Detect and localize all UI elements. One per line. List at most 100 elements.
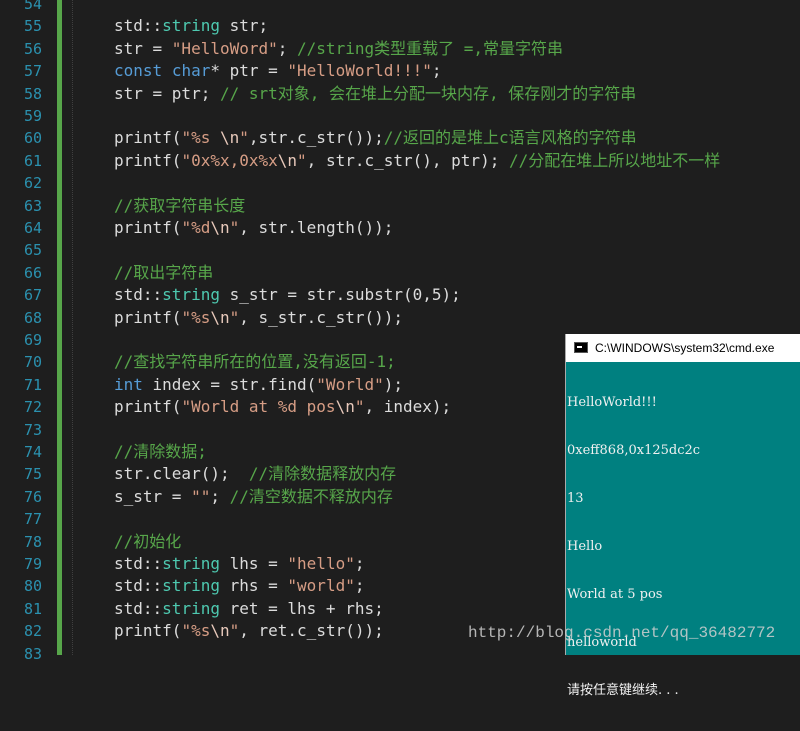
line-number: 80 <box>23 577 42 596</box>
code-token: string <box>162 285 220 305</box>
line-number: 57 <box>23 62 42 81</box>
code-token: str; <box>219 16 269 36</box>
code-line[interactable]: str = "HelloWord"; //string类型重载了 =,常量字符串 <box>114 38 563 60</box>
code-token: "World at %d pos <box>181 397 336 417</box>
console-output-line: 0xeff868,0x125dc2c <box>567 443 701 458</box>
code-line[interactable]: std::string lhs = "hello"; <box>114 553 364 575</box>
code-comment: //清除数据释放内存 <box>248 464 397 484</box>
code-token: rhs = <box>219 576 288 596</box>
indent-guide <box>72 0 74 655</box>
line-number: 59 <box>23 107 42 125</box>
console-icon <box>574 342 588 353</box>
code-comment: //查找字符串所在的位置,没有返回-1; <box>114 352 396 372</box>
code-token: char <box>171 61 211 81</box>
code-line[interactable]: printf("%d\n", str.length()); <box>114 217 393 239</box>
code-token: int <box>114 374 143 394</box>
line-number: 70 <box>23 353 42 372</box>
code-token: " <box>229 307 240 327</box>
code-token: std:: <box>114 576 163 596</box>
console-title: C:\WINDOWS\system32\cmd.exe <box>595 341 775 355</box>
code-comment: //清除数据; <box>114 442 207 461</box>
code-line[interactable]: str = ptr; // srt对象, 会在堆上分配一块内存, 保存刚才的字符… <box>114 83 636 105</box>
console-output-line: HelloWorld!!! <box>567 395 657 410</box>
line-number: 63 <box>23 196 42 215</box>
code-token: ); <box>383 374 403 394</box>
code-token: std:: <box>114 554 163 573</box>
line-number: 75 <box>23 465 42 484</box>
code-token: " <box>297 150 307 170</box>
line-number: 66 <box>23 263 42 282</box>
code-token: string <box>162 598 220 618</box>
code-line[interactable]: printf("World at %d pos\n", index); <box>114 396 451 418</box>
code-token: printf( <box>114 218 182 237</box>
code-line[interactable]: s_str = ""; //清空数据不释放内存 <box>114 486 393 508</box>
line-number: 74 <box>23 443 42 461</box>
line-number: 76 <box>23 487 42 506</box>
console-output: HelloWorld!!! 0xeff868,0x125dc2c 13 Hell… <box>567 363 700 731</box>
code-line[interactable]: printf("%s\n", ret.c_str()); <box>114 620 384 642</box>
code-token: ; <box>354 554 365 573</box>
line-number: 82 <box>23 622 42 641</box>
watermark: http://blog.csdn.net/qq_36482772 <box>468 624 776 642</box>
change-indicator-bar <box>57 0 62 655</box>
code-line[interactable]: //获取字符串长度 <box>114 195 245 217</box>
line-number: 62 <box>23 174 42 193</box>
line-number: 73 <box>23 420 42 439</box>
console-output-line: Hello <box>567 539 603 554</box>
console-window[interactable]: C:\WINDOWS\system32\cmd.exe HelloWorld!!… <box>565 334 800 698</box>
code-line[interactable]: //清除数据; <box>114 441 207 463</box>
code-line[interactable]: printf("0x%x,0x%x\n", str.c_str(), ptr);… <box>114 150 720 172</box>
code-token: , index); <box>364 397 452 417</box>
code-line[interactable]: std::string rhs = "world"; <box>114 575 364 597</box>
code-token: printf( <box>114 128 182 148</box>
code-token: "%s <box>181 128 220 148</box>
line-number: 79 <box>23 555 42 573</box>
code-line[interactable]: printf("%s \n",str.c_str());//返回的是堆上c语言风… <box>114 127 637 149</box>
line-number: 56 <box>23 39 42 58</box>
code-token: * ptr = <box>210 61 288 81</box>
code-token: " <box>229 621 240 641</box>
code-token: string <box>162 554 220 573</box>
console-title-bar[interactable]: C:\WINDOWS\system32\cmd.exe <box>566 334 800 362</box>
code-token: "hello" <box>287 554 355 573</box>
code-comment: //取出字符串 <box>114 262 214 282</box>
code-token: printf( <box>114 397 182 417</box>
code-line[interactable]: //查找字符串所在的位置,没有返回-1; <box>114 351 396 373</box>
code-token: ; <box>354 576 365 596</box>
code-line[interactable]: std::string str; <box>114 15 268 37</box>
code-token: index = str.find( <box>142 374 317 394</box>
code-token: "HelloWord" <box>171 38 278 58</box>
code-comment: //初始化 <box>114 531 182 551</box>
code-line[interactable]: //初始化 <box>114 531 181 553</box>
console-output-line: 请按任意键继续. . . <box>567 683 679 698</box>
code-token: , str.length()); <box>239 218 394 237</box>
line-number: 77 <box>23 510 42 529</box>
code-token: \n <box>335 397 355 417</box>
code-token: "0x%x,0x%x <box>181 150 278 170</box>
code-token: std:: <box>114 285 163 305</box>
code-token: "World" <box>316 374 384 394</box>
code-token: "%s <box>181 307 211 327</box>
code-line[interactable]: const char* ptr = "HelloWorld!!!"; <box>114 60 442 82</box>
code-token: str.clear(); <box>114 464 249 484</box>
code-line[interactable]: int index = str.find("World"); <box>114 374 403 396</box>
code-token: " <box>239 128 249 148</box>
code-line[interactable]: str.clear(); //清除数据释放内存 <box>114 463 396 485</box>
console-output-line: 13 <box>567 491 584 506</box>
line-number: 60 <box>23 129 42 148</box>
line-number: 65 <box>23 241 42 260</box>
line-number: 58 <box>23 84 42 103</box>
line-number: 54 <box>23 0 42 13</box>
console-output-line: World at 5 pos <box>567 587 663 602</box>
code-line[interactable]: //取出字符串 <box>114 262 213 284</box>
code-token: const <box>114 61 163 81</box>
code-line[interactable]: printf("%s\n", s_str.c_str()); <box>114 307 403 329</box>
code-comment: //清空数据不释放内存 <box>229 486 393 506</box>
code-line[interactable]: std::string ret = lhs + rhs; <box>114 598 384 620</box>
code-token: std:: <box>114 598 163 618</box>
code-token: std:: <box>114 16 163 36</box>
code-line[interactable]: std::string s_str = str.substr(0,5); <box>114 284 461 306</box>
code-comment: //分配在堆上所以地址不一样 <box>508 150 721 170</box>
code-token: ; <box>277 38 298 58</box>
